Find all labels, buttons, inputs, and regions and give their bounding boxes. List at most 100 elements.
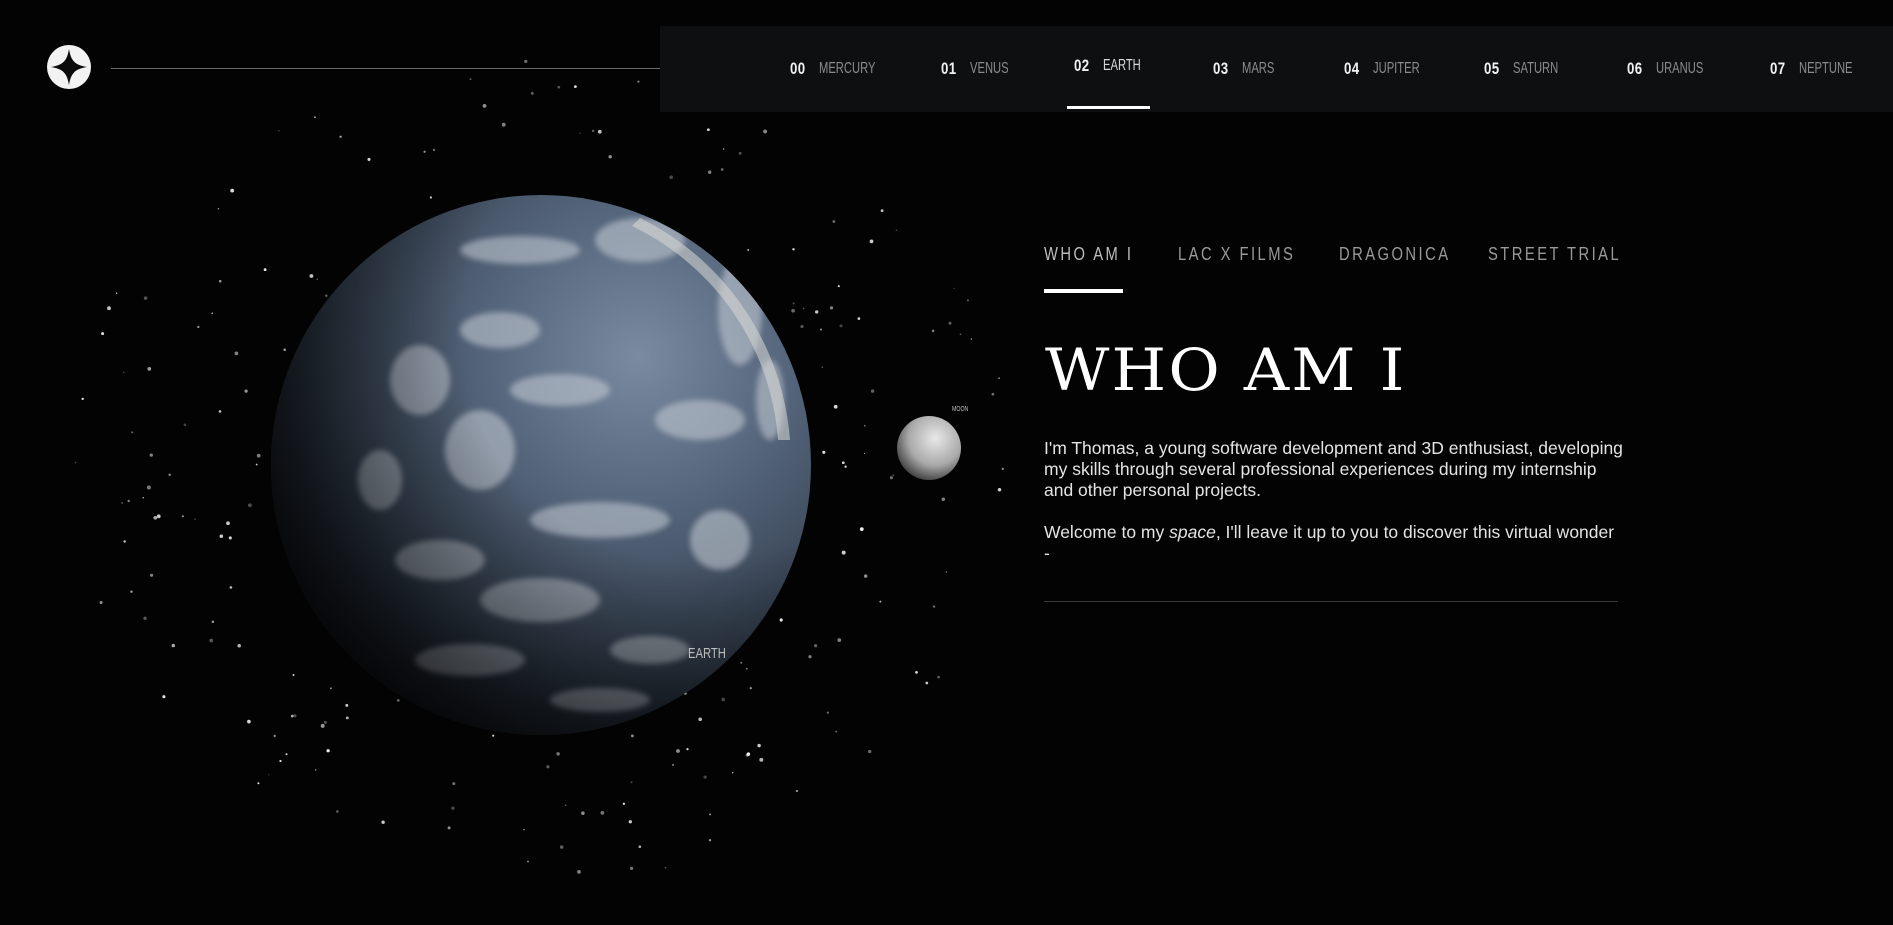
star xyxy=(814,310,819,314)
star xyxy=(669,175,673,179)
nav-item-uranus[interactable]: 06 URANUS xyxy=(1627,26,1723,112)
star xyxy=(837,638,842,642)
earth-planet[interactable] xyxy=(271,195,811,735)
star xyxy=(997,487,1002,492)
star xyxy=(870,389,875,393)
star xyxy=(257,782,260,785)
star xyxy=(948,321,952,325)
star xyxy=(142,497,144,499)
nav-item-saturn[interactable]: 05 SATURN xyxy=(1484,26,1578,112)
star xyxy=(131,431,134,434)
star xyxy=(925,681,929,685)
star xyxy=(832,220,836,223)
star xyxy=(800,324,804,329)
star xyxy=(837,285,840,288)
star xyxy=(247,719,251,724)
star xyxy=(217,208,220,210)
nav-item-number: 07 xyxy=(1770,59,1786,78)
tab-dragonica[interactable]: DRAGONICA xyxy=(1339,244,1451,265)
star xyxy=(268,774,270,776)
star xyxy=(168,473,171,476)
star xyxy=(844,465,847,468)
star xyxy=(629,866,634,871)
star xyxy=(121,502,123,504)
star xyxy=(143,296,148,300)
star xyxy=(839,324,843,328)
star xyxy=(230,188,235,193)
star xyxy=(931,329,935,333)
star xyxy=(1001,467,1004,471)
star xyxy=(577,870,581,874)
star xyxy=(915,671,918,674)
star xyxy=(292,673,295,677)
star xyxy=(889,476,893,480)
star xyxy=(527,860,529,863)
star xyxy=(822,450,826,454)
welcome-text-emphasis: space xyxy=(1169,522,1216,542)
star xyxy=(638,845,642,849)
star xyxy=(556,752,560,756)
nav-item-mercury[interactable]: 00 MERCURY xyxy=(790,26,900,112)
intro-paragraph: I'm Thomas, a young software development… xyxy=(1044,438,1623,500)
logo-button[interactable] xyxy=(47,45,91,89)
star xyxy=(779,618,783,622)
star xyxy=(857,317,861,320)
nav-item-number: 02 xyxy=(1074,56,1090,75)
star xyxy=(150,573,154,577)
star xyxy=(959,333,962,336)
star xyxy=(432,148,436,152)
star xyxy=(970,338,973,340)
nav-item-number: 04 xyxy=(1344,59,1360,78)
star xyxy=(530,92,534,95)
tab-street-trial[interactable]: STREET TRIAL xyxy=(1488,244,1621,265)
star xyxy=(115,292,118,294)
tab-active-indicator xyxy=(1044,289,1123,293)
star xyxy=(745,667,748,670)
tab-who-am-i[interactable]: WHO AM I xyxy=(1044,244,1133,265)
star xyxy=(579,132,581,134)
nav-item-number: 00 xyxy=(790,59,806,78)
star xyxy=(339,135,342,138)
nav-item-neptune[interactable]: 07 NEPTUNE xyxy=(1770,26,1875,112)
moon[interactable] xyxy=(897,416,961,480)
star xyxy=(932,605,936,608)
star xyxy=(218,279,222,283)
star xyxy=(953,287,955,290)
star xyxy=(123,371,125,373)
welcome-text-start: Welcome to my xyxy=(1044,522,1170,542)
star xyxy=(447,826,451,830)
star xyxy=(749,686,752,690)
nav-item-mars[interactable]: 03 MARS xyxy=(1213,26,1288,112)
star xyxy=(698,717,703,722)
nav-item-jupiter[interactable]: 04 JUPITER xyxy=(1344,26,1440,112)
star xyxy=(937,675,940,679)
star xyxy=(316,278,319,281)
star xyxy=(966,299,969,302)
tab-lac-x-films[interactable]: LAC X FILMS xyxy=(1178,244,1295,265)
star xyxy=(998,377,1001,380)
star xyxy=(320,723,325,728)
star xyxy=(841,461,845,465)
star xyxy=(197,325,200,329)
star xyxy=(211,620,215,623)
star xyxy=(880,209,884,213)
star xyxy=(101,332,105,336)
star xyxy=(630,781,633,784)
star xyxy=(869,239,874,244)
nav-item-number: 06 xyxy=(1627,59,1643,78)
nav-item-venus[interactable]: 01 VENUS xyxy=(941,26,1025,112)
star xyxy=(147,367,152,371)
nav-item-label: MERCURY xyxy=(818,60,876,77)
welcome-paragraph: Welcome to my space, I'll leave it up to… xyxy=(1044,522,1624,564)
star xyxy=(664,866,667,869)
star xyxy=(791,308,795,313)
star xyxy=(248,503,252,508)
star xyxy=(237,643,241,648)
star xyxy=(423,150,426,153)
star xyxy=(381,820,385,824)
star xyxy=(868,749,872,754)
nav-item-earth[interactable]: 02 EARTH xyxy=(1074,23,1157,109)
nav-item-label: EARTH xyxy=(1102,57,1141,74)
star xyxy=(792,248,795,251)
star xyxy=(326,749,330,753)
